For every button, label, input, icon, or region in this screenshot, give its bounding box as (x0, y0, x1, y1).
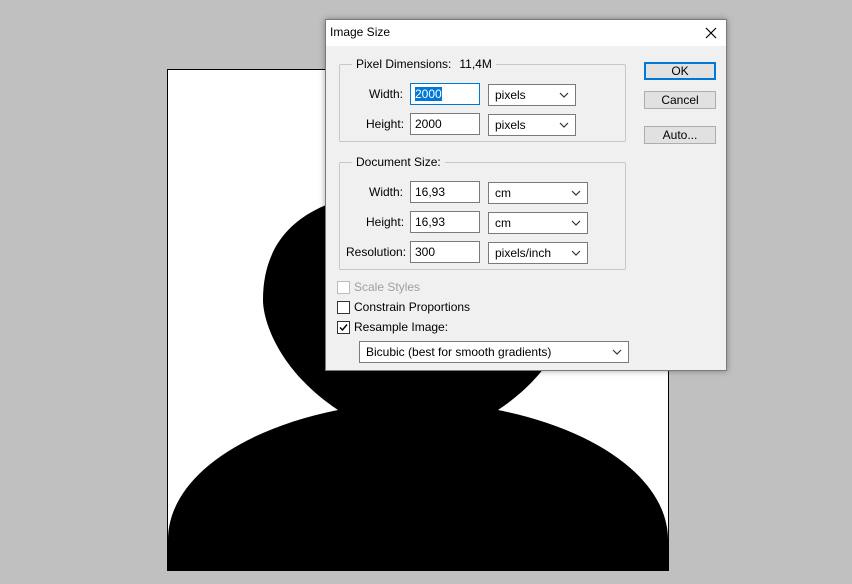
doc-height-label: Height: (366, 215, 405, 229)
document-size-legend: Document Size: (352, 155, 445, 169)
resample-image-label: Resample Image: (354, 320, 449, 334)
checkmark-icon (339, 323, 348, 331)
constrain-proportions-label: Constrain Proportions (354, 300, 471, 314)
ok-button[interactable]: OK (644, 62, 716, 80)
resample-image-box (337, 320, 350, 334)
pixel-dimensions-legend: Pixel Dimensions: 11,4M (352, 57, 496, 71)
pixel-width-input[interactable]: 2000 (410, 83, 480, 105)
chevron-down-icon (571, 220, 581, 226)
chevron-down-icon (571, 250, 581, 256)
scale-styles-box (337, 280, 350, 294)
doc-height-unit-value: cm (495, 216, 511, 230)
resolution-label: Resolution: (346, 245, 407, 259)
image-size-dialog: Image Size Pixel Dimensions: 11,4M Width:… (325, 19, 727, 371)
pixel-height-input[interactable]: 2000 (410, 113, 480, 135)
chevron-down-icon (559, 122, 569, 128)
resample-image-checkbox[interactable]: Resample Image: (337, 320, 448, 334)
doc-width-label: Width: (369, 185, 404, 199)
constrain-proportions-checkbox[interactable]: Constrain Proportions (337, 300, 470, 314)
dialog-title: Image Size (330, 25, 391, 39)
doc-width-input[interactable]: 16,93 (410, 181, 480, 203)
doc-width-unit-select[interactable]: cm (488, 182, 588, 204)
scale-styles-label: Scale Styles (354, 280, 421, 294)
pixel-dimensions-size: 11,4M (459, 57, 492, 71)
auto-button[interactable]: Auto... (644, 126, 716, 144)
pixel-height-unit-value: pixels (495, 118, 526, 132)
resolution-input[interactable]: 300 (410, 241, 480, 263)
doc-width-unit-value: cm (495, 186, 511, 200)
chevron-down-icon (571, 190, 581, 196)
pixel-height-label: Height: (366, 117, 405, 131)
pixel-width-value: 2000 (415, 87, 442, 101)
pixel-width-unit-select[interactable]: pixels (488, 84, 576, 106)
pixel-width-label: Width: (369, 87, 404, 101)
resample-method-select[interactable]: Bicubic (best for smooth gradients) (359, 341, 629, 363)
resolution-unit-value: pixels/inch (495, 246, 552, 260)
resample-method-value: Bicubic (best for smooth gradients) (366, 345, 552, 359)
close-icon[interactable] (696, 20, 726, 46)
doc-height-unit-select[interactable]: cm (488, 212, 588, 234)
doc-height-input[interactable]: 16,93 (410, 211, 480, 233)
chevron-down-icon (612, 349, 622, 355)
dialog-titlebar[interactable]: Image Size (326, 20, 726, 46)
resolution-unit-select[interactable]: pixels/inch (488, 242, 588, 264)
constrain-proportions-box (337, 300, 350, 314)
pixel-width-unit-value: pixels (495, 88, 526, 102)
scale-styles-checkbox[interactable]: Scale Styles (337, 280, 420, 294)
pixel-height-unit-select[interactable]: pixels (488, 114, 576, 136)
chevron-down-icon (559, 92, 569, 98)
cancel-button[interactable]: Cancel (644, 91, 716, 109)
